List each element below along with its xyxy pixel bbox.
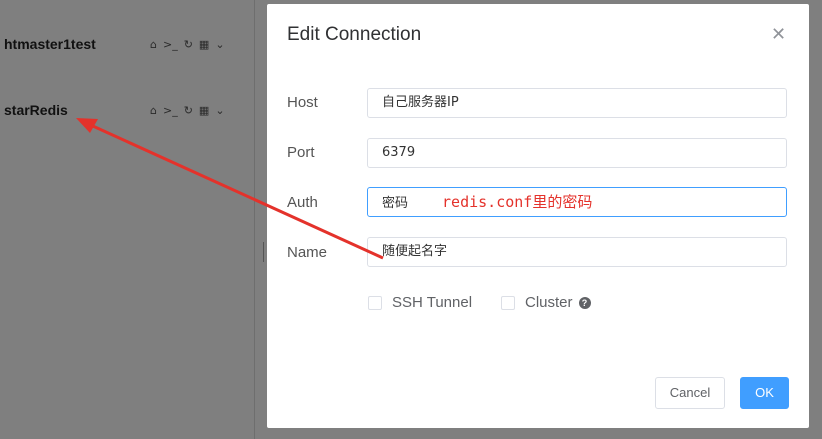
annotation-arrow <box>76 118 384 260</box>
arrow-line <box>83 120 384 260</box>
